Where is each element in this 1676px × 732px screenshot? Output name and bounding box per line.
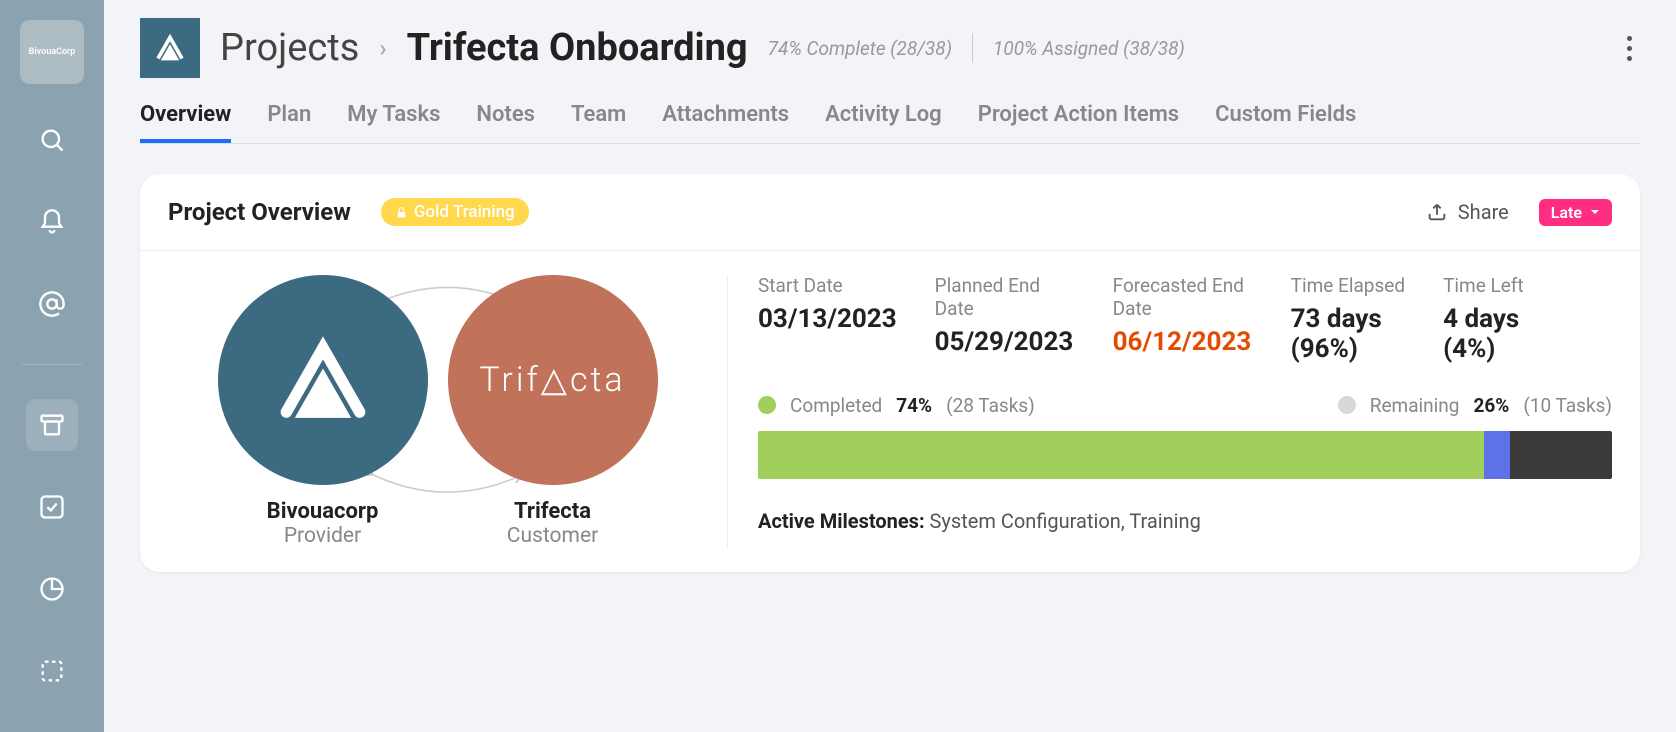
stat-complete: 74% Complete (28/38) [768, 37, 952, 60]
main-content: Projects › Trifecta Onboarding 74% Compl… [104, 0, 1676, 732]
progress-done-segment [758, 431, 1484, 479]
planned-end-label: Planned End Date [935, 275, 1075, 321]
caret-down-icon [1590, 207, 1600, 217]
org-logo-text: BivouaCorp [29, 47, 76, 57]
org-logo[interactable]: BivouaCorp [20, 20, 84, 84]
tab-action-items[interactable]: Project Action Items [978, 102, 1179, 143]
start-date-label: Start Date [758, 275, 897, 298]
customer-wordmark-a: Trif [479, 360, 540, 400]
tasks-icon[interactable] [26, 481, 78, 533]
status-badge[interactable]: Late [1539, 199, 1612, 226]
provider-name: Bivouacorp [267, 499, 379, 524]
elapsed-value: 73 days (96%) [1291, 304, 1391, 364]
left-value: 4 days (4%) [1443, 304, 1523, 364]
analytics-icon[interactable] [26, 563, 78, 615]
dot-completed-icon [758, 396, 776, 414]
share-label: Share [1458, 200, 1509, 224]
gold-training-pill[interactable]: Gold Training [381, 198, 529, 226]
completed-count: (28 Tasks) [946, 394, 1035, 417]
dot-remaining-icon [1338, 396, 1356, 414]
project-icon [140, 18, 200, 78]
partner-diagram: Bivouacorp Provider Trif△cta Trifecta Cu… [168, 275, 728, 548]
stat-divider [972, 33, 973, 63]
progress-rest-segment [1510, 431, 1612, 479]
notifications-icon[interactable] [26, 196, 78, 248]
stat-assigned: 100% Assigned (38/38) [993, 37, 1185, 60]
tab-overview[interactable]: Overview [140, 102, 231, 143]
status-badge-label: Late [1551, 203, 1582, 222]
milestones-label: Active Milestones: [758, 509, 925, 533]
milestones-value: System Configuration, Training [930, 509, 1201, 533]
search-icon[interactable] [26, 114, 78, 166]
customer-role: Customer [507, 524, 598, 548]
info-panel: Start Date 03/13/2023 Planned End Date 0… [728, 275, 1612, 548]
project-tabs: Overview Plan My Tasks Notes Team Attach… [140, 102, 1640, 144]
start-date-value: 03/13/2023 [758, 304, 897, 334]
tab-activity-log[interactable]: Activity Log [825, 102, 942, 143]
tab-notes[interactable]: Notes [476, 102, 535, 143]
customer-wordmark-b: cta [570, 360, 626, 400]
progress-legend: Completed 74% (28 Tasks) Remaining 26% (… [758, 394, 1612, 417]
card-body: Bivouacorp Provider Trif△cta Trifecta Cu… [140, 251, 1640, 572]
customer-block: Trif△cta Trifecta Customer [448, 275, 658, 548]
tab-plan[interactable]: Plan [267, 102, 311, 143]
date-grid: Start Date 03/13/2023 Planned End Date 0… [758, 275, 1612, 364]
completed-label: Completed [790, 394, 882, 417]
lock-icon [395, 206, 408, 219]
left-label: Time Left [1443, 275, 1524, 298]
completed-pct: 74% [896, 394, 932, 417]
provider-role: Provider [284, 524, 361, 548]
breadcrumb-section[interactable]: Projects [220, 26, 359, 70]
remaining-count: (10 Tasks) [1523, 394, 1612, 417]
gold-pill-label: Gold Training [414, 202, 515, 222]
breadcrumb-project: Trifecta Onboarding [407, 26, 748, 70]
share-button[interactable]: Share [1426, 200, 1509, 224]
tab-custom-fields[interactable]: Custom Fields [1215, 102, 1356, 143]
start-date: Start Date 03/13/2023 [758, 275, 897, 364]
header: Projects › Trifecta Onboarding 74% Compl… [140, 18, 1640, 78]
remaining-pct: 26% [1473, 394, 1509, 417]
tab-team[interactable]: Team [571, 102, 626, 143]
remaining-label: Remaining [1370, 394, 1460, 417]
forecast-end-value: 06/12/2023 [1113, 327, 1253, 357]
kebab-menu-icon[interactable] [1619, 28, 1640, 69]
active-milestones: Active Milestones: System Configuration,… [758, 509, 1612, 533]
customer-name: Trifecta [514, 499, 591, 524]
provider-logo [218, 275, 428, 485]
share-icon [1426, 201, 1448, 223]
chevron-right-icon: › [379, 34, 386, 62]
sidebar-divider [22, 364, 82, 365]
templates-icon[interactable] [26, 645, 78, 697]
provider-block: Bivouacorp Provider [218, 275, 428, 548]
customer-logo: Trif△cta [448, 275, 658, 485]
tab-my-tasks[interactable]: My Tasks [347, 102, 440, 143]
time-left: Time Left 4 days (4%) [1443, 275, 1524, 364]
planned-end-date: Planned End Date 05/29/2023 [935, 275, 1075, 364]
forecasted-end-date: Forecasted End Date 06/12/2023 [1113, 275, 1253, 364]
progress-mid-segment [1484, 431, 1510, 479]
card-title: Project Overview [168, 198, 351, 226]
tab-attachments[interactable]: Attachments [662, 102, 789, 143]
forecast-end-label: Forecasted End Date [1113, 275, 1253, 321]
overview-card: Project Overview Gold Training Share Lat… [140, 174, 1640, 572]
time-elapsed: Time Elapsed 73 days (96%) [1291, 275, 1405, 364]
card-header: Project Overview Gold Training Share Lat… [140, 174, 1640, 251]
app-sidebar: BivouaCorp [0, 0, 104, 732]
elapsed-label: Time Elapsed [1291, 275, 1405, 298]
planned-end-value: 05/29/2023 [935, 327, 1075, 357]
projects-icon[interactable] [26, 399, 78, 451]
progress-bar [758, 431, 1612, 479]
mentions-icon[interactable] [26, 278, 78, 330]
